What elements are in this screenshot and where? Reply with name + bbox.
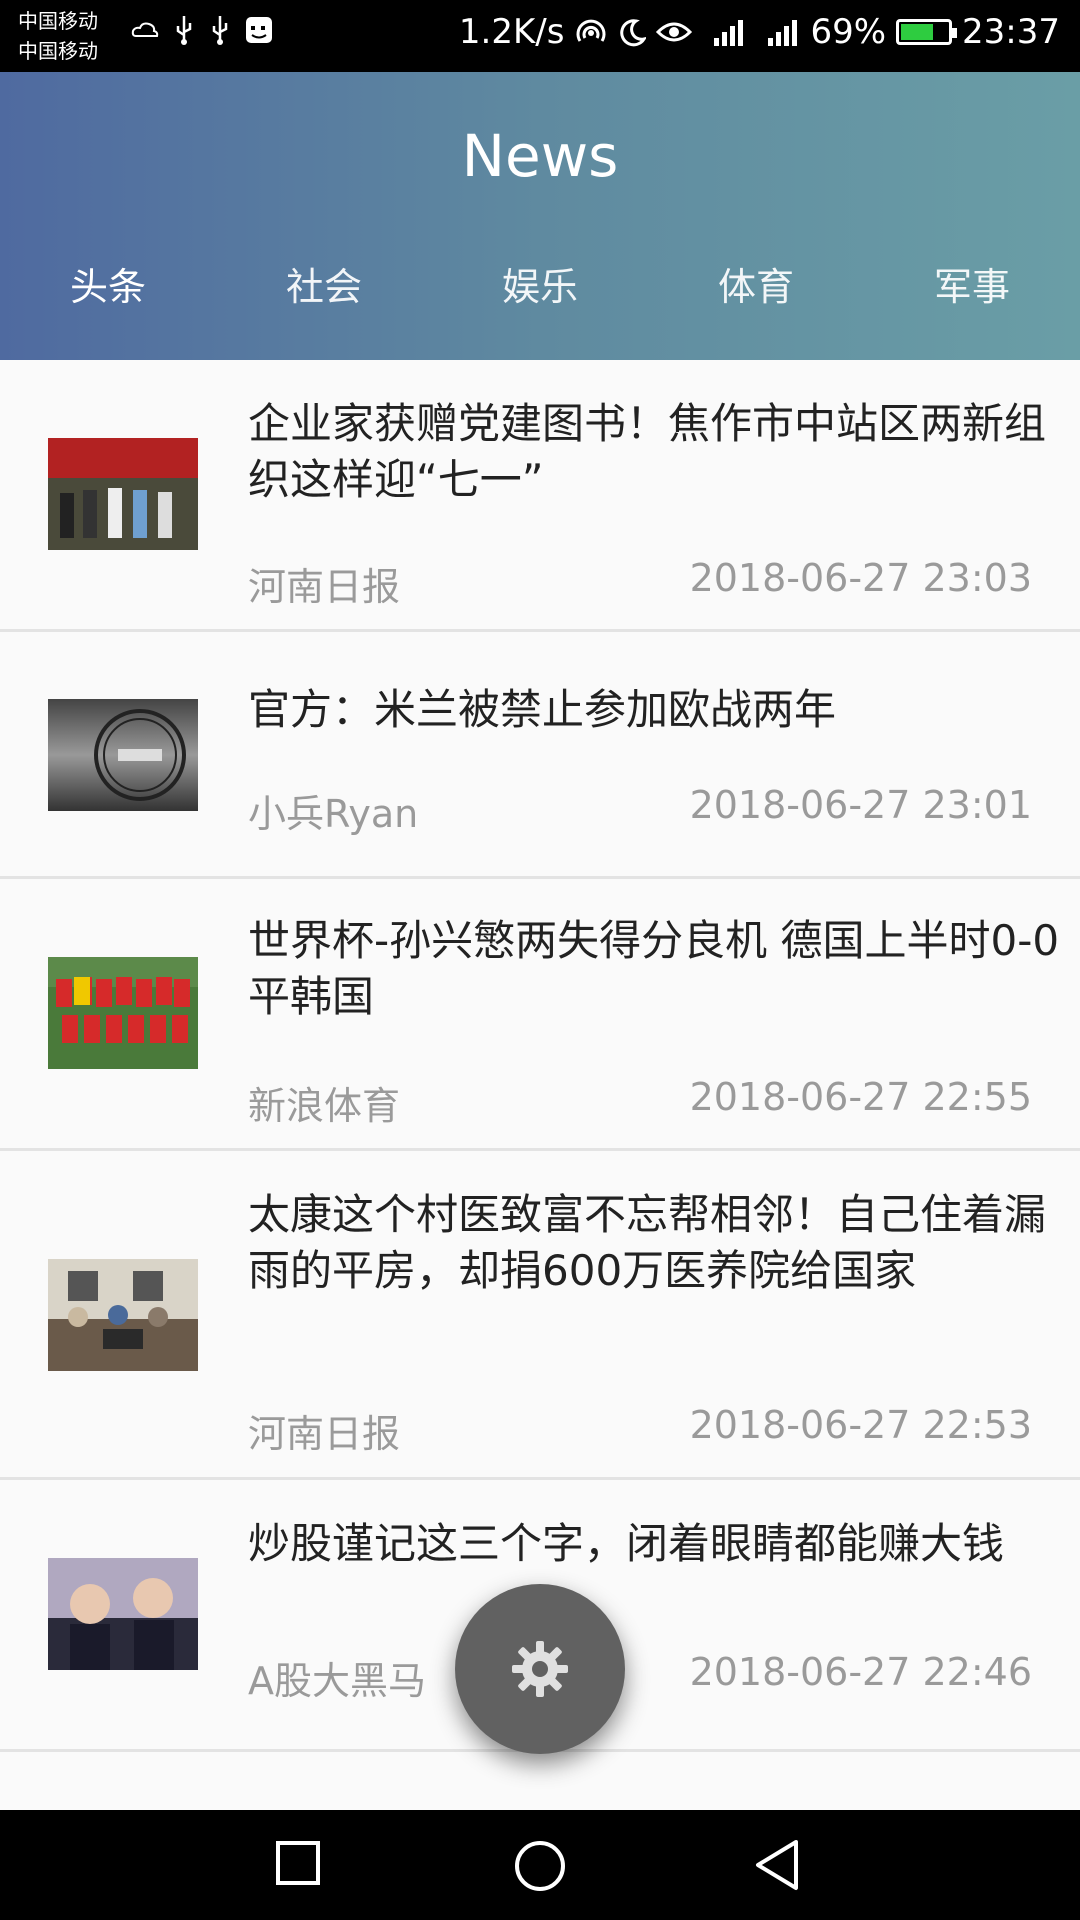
news-title: 炒股谨记这三个字，闭着眼睛都能赚大钱 [248,1519,1005,1568]
battery-icon [896,19,958,45]
news-time: 2018-06-27 22:53 [689,1403,1032,1447]
tab-military[interactable]: 军事 [864,247,1080,360]
news-item[interactable]: 太康这个村医致富不忘帮相邻！自己住着漏雨的平房，却捐600万医养院给国家 河南日… [0,1151,1080,1480]
system-nav-bar [0,1810,1080,1920]
news-title: 太康这个村医致富不忘帮相邻！自己住着漏雨的平房，却捐600万医养院给国家 [248,1190,1047,1295]
news-title: 世界杯-孙兴慜两失得分良机 德国上半时0-0平韩国 [248,916,1060,1021]
news-thumbnail [48,1558,198,1670]
tab-society[interactable]: 社会 [216,247,432,360]
carrier-labels: 中国移动 中国移动 [18,6,98,66]
news-thumbnail [48,1259,198,1371]
news-thumbnail [48,438,198,550]
news-time: 2018-06-27 22:46 [689,1650,1032,1694]
usb-icon [212,16,228,45]
app-header: News 头条 社会 娱乐 体育 军事 [0,72,1080,388]
status-icons-right: 1.2K/s 69% 23:37 [459,12,1060,52]
eye-icon [656,22,693,42]
tab-entertainment[interactable]: 娱乐 [432,247,648,360]
gear-icon [512,1641,568,1697]
news-time: 2018-06-27 23:01 [689,783,1032,827]
news-item[interactable]: 世界杯-孙兴慜两失得分良机 德国上半时0-0平韩国 新浪体育 2018-06-2… [0,879,1080,1151]
circle-icon[interactable] [512,1838,568,1894]
usb-icon [176,16,192,45]
status-bar: 中国移动 中国移动 1.2K/s 69% 23:37 [0,0,1080,72]
clock: 23:37 [962,12,1060,52]
tab-sports[interactable]: 体育 [648,247,864,360]
category-tabs: 头条 社会 娱乐 体育 军事 [0,247,1080,388]
moon-icon [620,19,647,47]
weather-icon [131,22,159,37]
news-thumbnail [48,699,198,811]
news-source: 河南日报 [248,565,401,609]
battery-percent: 69% [810,12,887,52]
news-source: 河南日报 [248,1412,401,1456]
carrier-2: 中国移动 [18,39,98,63]
page-title: News [461,122,619,190]
signal-2g-icon [768,20,798,46]
news-source: 小兵Ryan [248,792,419,836]
news-item[interactable]: 官方：米兰被禁止参加欧战两年 小兵Ryan 2018-06-27 23:01 [0,632,1080,879]
news-item[interactable]: 企业家获赠党建图书！焦作市中站区两新组织这样迎“七一” 河南日报 2018-06… [0,360,1080,632]
network-speed: 1.2K/s [458,12,565,52]
news-source: A股大黑马 [248,1659,426,1703]
news-time: 2018-06-27 22:55 [689,1075,1032,1119]
settings-fab-button[interactable] [455,1584,625,1754]
news-title: 官方：米兰被禁止参加欧战两年 [248,685,837,734]
square-icon[interactable] [273,1838,323,1888]
tab-headlines[interactable]: 头条 [0,247,216,388]
news-time: 2018-06-27 23:03 [689,556,1032,600]
triangle-back-icon[interactable] [752,1838,802,1892]
hotspot-icon [577,19,606,42]
news-thumbnail [48,957,198,1069]
news-source: 新浪体育 [248,1084,401,1128]
signal-4g-icon [714,20,744,46]
carrier-1: 中国移动 [18,9,98,33]
status-icons-left [130,14,274,46]
news-title: 企业家获赠党建图书！焦作市中站区两新组织这样迎“七一” [248,399,1047,504]
notification-app-icon [246,17,272,43]
